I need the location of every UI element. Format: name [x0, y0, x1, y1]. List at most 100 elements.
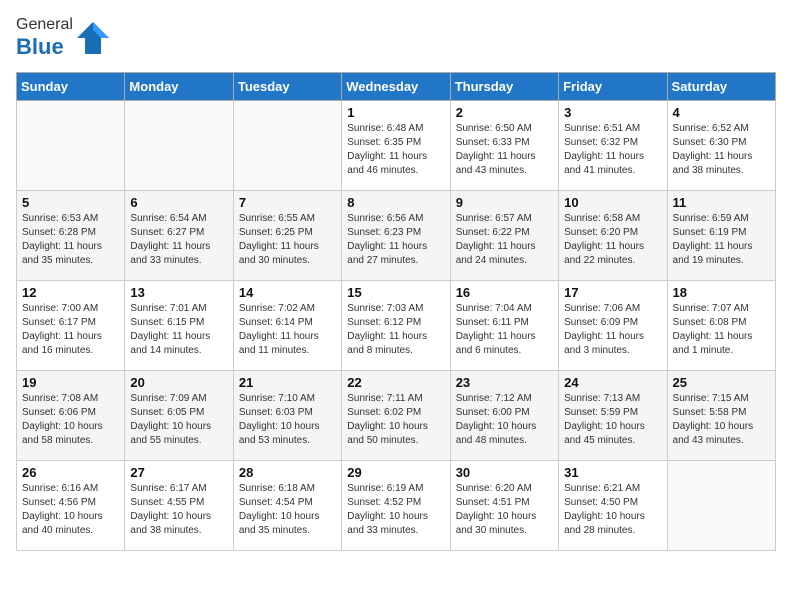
day-number: 27: [130, 465, 227, 480]
day-number: 11: [673, 195, 770, 210]
day-number: 19: [22, 375, 119, 390]
calendar-cell: 25 Sunrise: 7:15 AM Sunset: 5:58 PM Dayli…: [667, 371, 775, 461]
day-number: 14: [239, 285, 336, 300]
day-number: 1: [347, 105, 444, 120]
calendar-cell: 2 Sunrise: 6:50 AM Sunset: 6:33 PM Daylig…: [450, 101, 558, 191]
day-info: Sunrise: 6:20 AM Sunset: 4:51 PM Dayligh…: [456, 482, 553, 538]
day-info: Sunrise: 6:19 AM Sunset: 4:52 PM Dayligh…: [347, 482, 444, 538]
day-number: 20: [130, 375, 227, 390]
day-info: Sunrise: 7:08 AM Sunset: 6:06 PM Dayligh…: [22, 392, 119, 448]
week-row-2: 5Sunrise: 6:53 AM Sunset: 6:28 PM Daylig…: [17, 191, 776, 281]
calendar-cell: 8Sunrise: 6:56 AM Sunset: 6:23 PM Daylig…: [342, 191, 450, 281]
logo-blue-text: Blue: [16, 34, 64, 59]
day-info: Sunrise: 7:06 AM Sunset: 6:09 PM Dayligh…: [564, 302, 661, 358]
day-number: 25: [673, 375, 770, 390]
day-info: Sunrise: 6:17 AM Sunset: 4:55 PM Dayligh…: [130, 482, 227, 538]
calendar-cell: 21 Sunrise: 7:10 AM Sunset: 6:03 PM Dayli…: [233, 371, 341, 461]
day-number: 22: [347, 375, 444, 390]
day-info: Sunrise: 7:04 AM Sunset: 6:11 PM Dayligh…: [456, 302, 553, 358]
day-info: Sunrise: 6:50 AM Sunset: 6:33 PM Dayligh…: [456, 122, 553, 178]
calendar-cell: 29 Sunrise: 6:19 AM Sunset: 4:52 PM Dayli…: [342, 461, 450, 551]
logo: General Blue: [16, 16, 111, 60]
calendar-cell: 11 Sunrise: 6:59 AM Sunset: 6:19 PM Dayli…: [667, 191, 775, 281]
day-number: 13: [130, 285, 227, 300]
week-row-1: 1 Sunrise: 6:48 AM Sunset: 6:35 PM Daylig…: [17, 101, 776, 191]
day-number: 6: [130, 195, 227, 210]
day-info: Sunrise: 6:59 AM Sunset: 6:19 PM Dayligh…: [673, 212, 770, 268]
day-info: Sunrise: 7:11 AM Sunset: 6:02 PM Dayligh…: [347, 392, 444, 448]
header-monday: Monday: [125, 73, 233, 101]
calendar-cell: 9Sunrise: 6:57 AM Sunset: 6:22 PM Daylig…: [450, 191, 558, 281]
weekday-header-row: SundayMondayTuesdayWednesdayThursdayFrid…: [17, 73, 776, 101]
day-number: 10: [564, 195, 661, 210]
day-number: 26: [22, 465, 119, 480]
calendar-cell: 7 Sunrise: 6:55 AM Sunset: 6:25 PM Daylig…: [233, 191, 341, 281]
week-row-5: 26 Sunrise: 6:16 AM Sunset: 4:56 PM Dayli…: [17, 461, 776, 551]
day-number: 30: [456, 465, 553, 480]
day-info: Sunrise: 6:51 AM Sunset: 6:32 PM Dayligh…: [564, 122, 661, 178]
day-info: Sunrise: 6:56 AM Sunset: 6:23 PM Dayligh…: [347, 212, 444, 268]
calendar-cell: 4Sunrise: 6:52 AM Sunset: 6:30 PM Daylig…: [667, 101, 775, 191]
day-info: Sunrise: 7:15 AM Sunset: 5:58 PM Dayligh…: [673, 392, 770, 448]
day-info: Sunrise: 6:55 AM Sunset: 6:25 PM Dayligh…: [239, 212, 336, 268]
header-thursday: Thursday: [450, 73, 558, 101]
day-info: Sunrise: 7:13 AM Sunset: 5:59 PM Dayligh…: [564, 392, 661, 448]
day-info: Sunrise: 6:54 AM Sunset: 6:27 PM Dayligh…: [130, 212, 227, 268]
calendar-cell: 17 Sunrise: 7:06 AM Sunset: 6:09 PM Dayli…: [559, 281, 667, 371]
calendar-cell: 14 Sunrise: 7:02 AM Sunset: 6:14 PM Dayli…: [233, 281, 341, 371]
day-info: Sunrise: 6:16 AM Sunset: 4:56 PM Dayligh…: [22, 482, 119, 538]
calendar-cell: 5Sunrise: 6:53 AM Sunset: 6:28 PM Daylig…: [17, 191, 125, 281]
day-number: 3: [564, 105, 661, 120]
calendar-cell: 12 Sunrise: 7:00 AM Sunset: 6:17 PM Dayli…: [17, 281, 125, 371]
logo-general-text: General: [16, 16, 73, 33]
calendar-cell: 13 Sunrise: 7:01 AM Sunset: 6:15 PM Dayli…: [125, 281, 233, 371]
logo-icon: [75, 20, 111, 56]
day-number: 2: [456, 105, 553, 120]
calendar-cell: 20 Sunrise: 7:09 AM Sunset: 6:05 PM Dayli…: [125, 371, 233, 461]
header-friday: Friday: [559, 73, 667, 101]
calendar-cell: 31 Sunrise: 6:21 AM Sunset: 4:50 PM Dayli…: [559, 461, 667, 551]
day-info: Sunrise: 7:00 AM Sunset: 6:17 PM Dayligh…: [22, 302, 119, 358]
calendar-cell: [233, 101, 341, 191]
header-wednesday: Wednesday: [342, 73, 450, 101]
calendar-cell: 1 Sunrise: 6:48 AM Sunset: 6:35 PM Daylig…: [342, 101, 450, 191]
day-number: 31: [564, 465, 661, 480]
day-number: 9: [456, 195, 553, 210]
calendar-cell: 6 Sunrise: 6:54 AM Sunset: 6:27 PM Daylig…: [125, 191, 233, 281]
calendar-cell: 27 Sunrise: 6:17 AM Sunset: 4:55 PM Dayli…: [125, 461, 233, 551]
day-info: Sunrise: 7:02 AM Sunset: 6:14 PM Dayligh…: [239, 302, 336, 358]
calendar-cell: [667, 461, 775, 551]
day-info: Sunrise: 7:03 AM Sunset: 6:12 PM Dayligh…: [347, 302, 444, 358]
day-number: 12: [22, 285, 119, 300]
day-info: Sunrise: 7:01 AM Sunset: 6:15 PM Dayligh…: [130, 302, 227, 358]
calendar-cell: 23 Sunrise: 7:12 AM Sunset: 6:00 PM Dayli…: [450, 371, 558, 461]
page-header: General Blue: [16, 16, 776, 60]
day-info: Sunrise: 6:48 AM Sunset: 6:35 PM Dayligh…: [347, 122, 444, 178]
day-number: 21: [239, 375, 336, 390]
day-info: Sunrise: 7:10 AM Sunset: 6:03 PM Dayligh…: [239, 392, 336, 448]
day-number: 24: [564, 375, 661, 390]
day-number: 18: [673, 285, 770, 300]
day-number: 17: [564, 285, 661, 300]
day-info: Sunrise: 7:12 AM Sunset: 6:00 PM Dayligh…: [456, 392, 553, 448]
calendar-cell: 30 Sunrise: 6:20 AM Sunset: 4:51 PM Dayli…: [450, 461, 558, 551]
header-tuesday: Tuesday: [233, 73, 341, 101]
calendar-cell: 24 Sunrise: 7:13 AM Sunset: 5:59 PM Dayli…: [559, 371, 667, 461]
calendar-cell: 16 Sunrise: 7:04 AM Sunset: 6:11 PM Dayli…: [450, 281, 558, 371]
calendar-cell: [17, 101, 125, 191]
calendar-cell: [125, 101, 233, 191]
day-info: Sunrise: 6:21 AM Sunset: 4:50 PM Dayligh…: [564, 482, 661, 538]
day-number: 7: [239, 195, 336, 210]
day-info: Sunrise: 7:09 AM Sunset: 6:05 PM Dayligh…: [130, 392, 227, 448]
calendar-cell: 15 Sunrise: 7:03 AM Sunset: 6:12 PM Dayli…: [342, 281, 450, 371]
calendar-cell: 10 Sunrise: 6:58 AM Sunset: 6:20 PM Dayli…: [559, 191, 667, 281]
day-number: 29: [347, 465, 444, 480]
calendar-table: SundayMondayTuesdayWednesdayThursdayFrid…: [16, 72, 776, 551]
day-number: 23: [456, 375, 553, 390]
header-saturday: Saturday: [667, 73, 775, 101]
day-info: Sunrise: 6:58 AM Sunset: 6:20 PM Dayligh…: [564, 212, 661, 268]
calendar-cell: 18Sunrise: 7:07 AM Sunset: 6:08 PM Dayli…: [667, 281, 775, 371]
day-number: 16: [456, 285, 553, 300]
day-number: 15: [347, 285, 444, 300]
calendar-cell: 28Sunrise: 6:18 AM Sunset: 4:54 PM Dayli…: [233, 461, 341, 551]
